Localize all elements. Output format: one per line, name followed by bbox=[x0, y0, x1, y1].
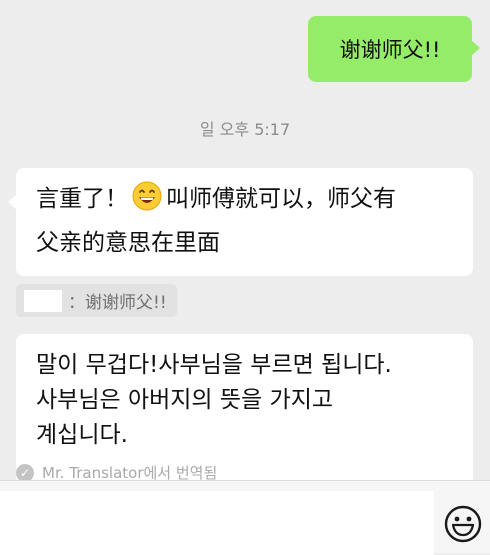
incoming-message-line-2: 父亲的意思在里面 bbox=[36, 230, 220, 256]
smiley-face-icon[interactable] bbox=[443, 504, 483, 544]
outgoing-message-bubble[interactable]: 谢谢师父!! bbox=[308, 16, 480, 82]
message-timestamp: 일 오후 5:17 bbox=[199, 120, 291, 139]
translation-line-3: 계십니다. bbox=[36, 422, 128, 448]
message-input-field[interactable] bbox=[0, 491, 434, 555]
quoted-message-text: ：谢谢师父!! bbox=[68, 293, 167, 313]
incoming-text-before-emoji: 言重了！ bbox=[36, 186, 128, 212]
incoming-text-after-emoji: 叫师傅就可以，师父有 bbox=[166, 186, 396, 212]
message-input-bar bbox=[0, 480, 490, 555]
translation-line-1: 말이 무겁다!사부님을 부르면 됩니다. bbox=[36, 352, 392, 378]
quoted-message[interactable]: ：谢谢师父!! bbox=[16, 284, 177, 317]
redacted-sender-name bbox=[24, 289, 62, 312]
translation-line-2: 사부님은 아버지의 뜻을 가지고 bbox=[36, 387, 334, 413]
check-circle-icon: ✓ bbox=[16, 463, 34, 482]
incoming-message-bubble[interactable]: 言重了！ 叫师傅就可以，师父有 父亲的意思在里面 bbox=[8, 168, 473, 276]
grinning-face-emoji-icon bbox=[132, 181, 162, 224]
incoming-message-line-1: 言重了！ 叫师傅就可以，师父有 bbox=[36, 180, 455, 224]
outgoing-message-text: 谢谢师父!! bbox=[339, 38, 441, 62]
